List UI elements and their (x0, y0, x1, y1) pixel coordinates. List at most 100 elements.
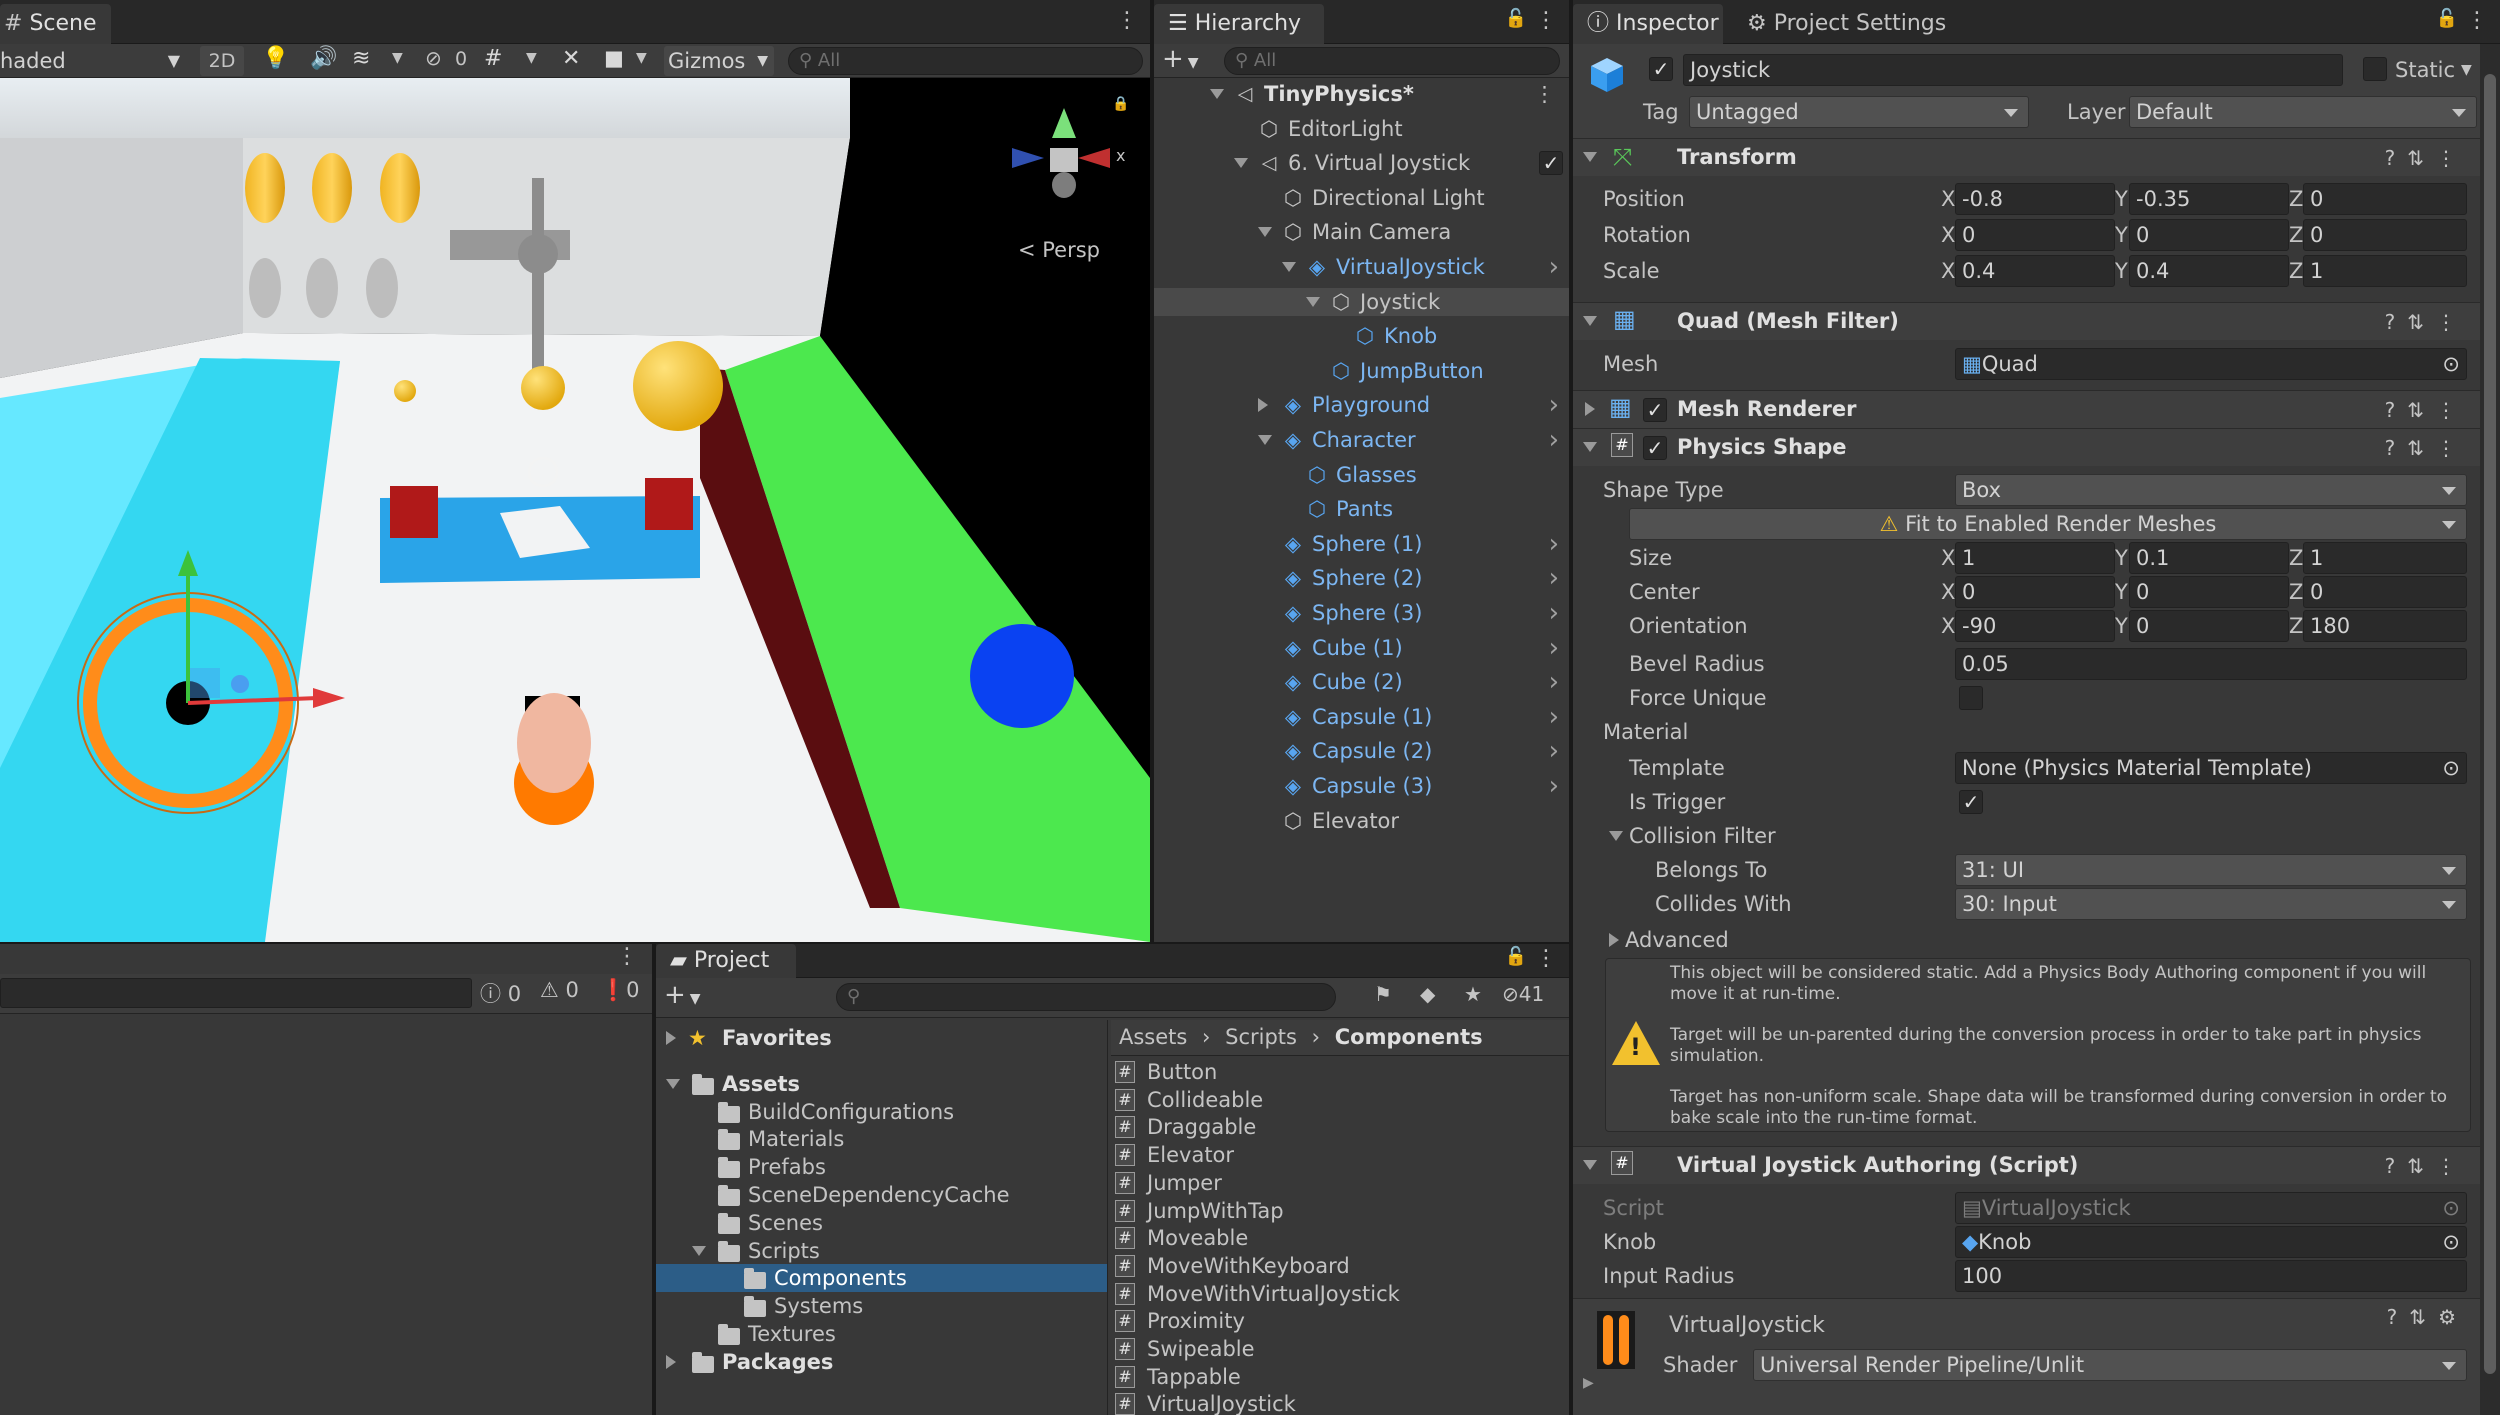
hierarchy-item[interactable]: ⬡ Pants (1154, 495, 1569, 523)
project-file-item[interactable]: # Button (1111, 1058, 1569, 1086)
context-menu-icon[interactable]: ⋮ (2436, 436, 2468, 460)
breadcrumb-scripts[interactable]: Scripts (1225, 1025, 1297, 1049)
effects-dropdown-icon[interactable]: ▼ (392, 50, 403, 66)
project-file-item[interactable]: # Swipeable (1111, 1335, 1569, 1363)
info-count-toggle[interactable]: ⓘ 0 (480, 978, 521, 1008)
advanced-foldout[interactable]: Advanced (1609, 928, 1729, 952)
project-file-item[interactable]: # Moveable (1111, 1224, 1569, 1252)
lock-icon[interactable]: 🔒 (1112, 96, 1129, 112)
breadcrumb-assets[interactable]: Assets (1119, 1025, 1187, 1049)
object-picker-icon[interactable]: ⊙ (2442, 349, 2460, 379)
filter-type-icon[interactable]: ⚑ (1374, 982, 1392, 1006)
expand-arrow-icon[interactable] (666, 1354, 676, 1369)
hierarchy-item[interactable]: ◈ Capsule (3) › (1154, 772, 1569, 800)
tab-project-settings[interactable]: ⚙ Project Settings (1733, 4, 1960, 44)
project-folder-item[interactable]: Assets (656, 1070, 1107, 1098)
physics-shape-header[interactable]: # ✓ Physics Shape ?⇅⋮ (1573, 428, 2480, 466)
presets-icon[interactable]: ⇅ (2407, 310, 2436, 334)
scale-y-field[interactable]: 0.4 (2129, 255, 2289, 287)
presets-icon[interactable]: ⇅ (2407, 436, 2436, 460)
scene-search-input[interactable]: ⚲ All (788, 47, 1143, 75)
project-folder-item[interactable]: Systems (656, 1292, 1107, 1320)
hierarchy-item[interactable]: ◈ Cube (2) › (1154, 668, 1569, 696)
orientation-x-field[interactable]: -90 (1955, 610, 2115, 642)
expand-arrow-icon[interactable] (666, 1031, 676, 1045)
fold-arrow-icon[interactable] (1585, 402, 1595, 416)
tab-project[interactable]: ▰ Project (656, 944, 796, 978)
project-file-item[interactable]: # VirtualJoystick (1111, 1390, 1569, 1415)
fold-arrow-icon[interactable] (1583, 316, 1597, 326)
hierarchy-item[interactable]: ◁ TinyPhysics* ⋮ (1154, 80, 1569, 108)
position-z-field[interactable]: 0 (2303, 183, 2467, 215)
bevel-radius-field[interactable]: 0.05 (1955, 648, 2467, 680)
shape-type-dropdown[interactable]: Box (1955, 474, 2467, 506)
component-actions[interactable]: ?⇅⋮ (2385, 1154, 2468, 1178)
hierarchy-item[interactable]: ◁ 6. Virtual Joystick ✓ (1154, 149, 1569, 177)
size-x-field[interactable]: 1 (1955, 542, 2115, 574)
hidden-packages-toggle[interactable]: ⊘41 (1502, 982, 1544, 1006)
expand-arrow-icon[interactable] (1258, 398, 1268, 413)
chevron-right-icon[interactable]: › (1549, 737, 1559, 765)
chevron-right-icon[interactable]: › (1549, 253, 1559, 281)
size-z-field[interactable]: 1 (2303, 542, 2467, 574)
hierarchy-item[interactable]: ⬡ Joystick (1154, 287, 1569, 316)
hierarchy-menu-icon[interactable]: ⋮ (1535, 8, 1557, 33)
project-folder-item[interactable]: ★ Favorites (656, 1024, 1107, 1052)
fit-render-meshes-button[interactable]: ⚠ Fit to Enabled Render Meshes (1629, 508, 2467, 540)
project-file-item[interactable]: # Collideable (1111, 1086, 1569, 1114)
console-search-input[interactable] (0, 978, 472, 1008)
chevron-right-icon[interactable]: › (1549, 530, 1559, 558)
expand-arrow-icon[interactable] (1282, 262, 1296, 272)
scale-x-field[interactable]: 0.4 (1955, 255, 2115, 287)
context-menu-icon[interactable]: ⋮ (2436, 398, 2468, 422)
belongs-to-dropdown[interactable]: 31: UI (1955, 854, 2467, 886)
presets-icon[interactable]: ⇅ (2407, 1154, 2436, 1178)
mode-2d-button[interactable]: 2D (200, 46, 244, 76)
grid-toggle-icon[interactable]: # (484, 46, 502, 71)
project-folder-item[interactable]: Prefabs (656, 1153, 1107, 1181)
hierarchy-item[interactable]: ⬡ Elevator (1154, 807, 1569, 835)
chevron-right-icon[interactable]: › (1549, 772, 1559, 800)
project-folder-item[interactable]: Components (656, 1264, 1107, 1293)
hierarchy-item[interactable]: ⬡ Glasses (1154, 461, 1569, 489)
layer-dropdown[interactable]: Default (2129, 96, 2477, 128)
virtual-joystick-header[interactable]: # Virtual Joystick Authoring (Script) ?⇅… (1573, 1146, 2480, 1184)
grid-dropdown-icon[interactable]: ▼ (526, 50, 537, 66)
fold-arrow-icon[interactable] (1583, 1160, 1597, 1170)
mesh-filter-header[interactable]: ▦ Quad (Mesh Filter) ?⇅⋮ (1573, 302, 2480, 340)
project-file-item[interactable]: # JumpWithTap (1111, 1197, 1569, 1225)
component-actions[interactable]: ?⇅⋮ (2385, 146, 2468, 170)
project-folder-item[interactable]: SceneDependencyCache (656, 1181, 1107, 1209)
hidden-objects-icon[interactable]: ⊘ (425, 46, 442, 70)
size-y-field[interactable]: 0.1 (2129, 542, 2289, 574)
object-name-field[interactable]: Joystick (1683, 54, 2343, 86)
favorites-star-icon[interactable]: ★ (1464, 982, 1482, 1006)
project-file-item[interactable]: # Proximity (1111, 1307, 1569, 1335)
force-unique-checkbox[interactable] (1959, 686, 1983, 710)
object-picker-icon[interactable]: ⊙ (2442, 753, 2460, 783)
chevron-right-icon[interactable]: › (1549, 599, 1559, 627)
project-file-item[interactable]: # MoveWithVirtualJoystick (1111, 1280, 1569, 1308)
transform-header[interactable]: ⤧ Transform ?⇅⋮ (1573, 138, 2480, 176)
mesh-renderer-enabled-checkbox[interactable]: ✓ (1643, 398, 1667, 422)
position-x-field[interactable]: -0.8 (1955, 183, 2115, 215)
help-icon[interactable]: ? (2385, 436, 2408, 460)
expand-arrow-icon[interactable] (692, 1245, 706, 1256)
hierarchy-item[interactable]: ⬡ Main Camera (1154, 218, 1569, 246)
expand-arrow-icon[interactable] (1258, 227, 1272, 238)
scene-menu-icon[interactable]: ⋮ (1534, 80, 1555, 108)
component-actions[interactable]: ?⇅⚙ (2387, 1305, 2468, 1329)
expand-arrow-icon[interactable] (1258, 435, 1272, 445)
effects-toggle-icon[interactable]: ≋ (352, 46, 370, 71)
hierarchy-item[interactable]: ⬡ JumpButton (1154, 357, 1569, 385)
center-z-field[interactable]: 0 (2303, 576, 2467, 608)
project-file-item[interactable]: # Elevator (1111, 1141, 1569, 1169)
hierarchy-item[interactable]: ◈ Sphere (1) › (1154, 530, 1569, 558)
add-object-button[interactable]: + ▼ (1162, 44, 1199, 74)
object-picker-icon[interactable]: ⊙ (2442, 1227, 2460, 1257)
project-folder-item[interactable]: Materials (656, 1125, 1107, 1153)
project-file-item[interactable]: # Draggable (1111, 1113, 1569, 1141)
expand-arrow-icon[interactable] (1210, 89, 1224, 99)
hierarchy-item[interactable]: ◈ Playground › (1154, 391, 1569, 419)
gizmos-dropdown[interactable]: Gizmos ▼ (664, 46, 774, 76)
